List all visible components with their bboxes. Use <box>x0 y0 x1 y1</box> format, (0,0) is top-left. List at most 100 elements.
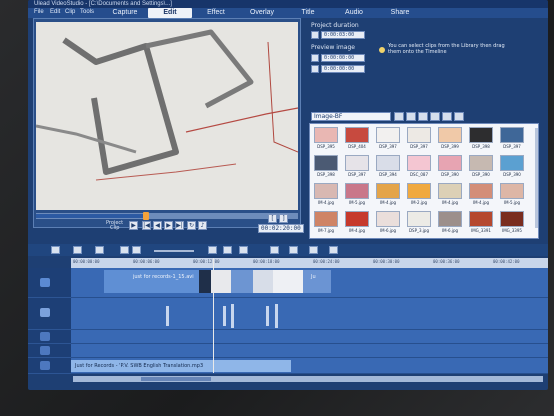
music-track-icon[interactable] <box>40 361 50 370</box>
library-thumbnail[interactable]: DSP_398 <box>469 127 493 150</box>
library-thumbnail[interactable]: DSP_395 <box>314 127 338 150</box>
library-thumbnail[interactable]: IM-6.jpg <box>438 211 462 234</box>
folder-icon[interactable] <box>394 112 404 121</box>
music-track[interactable]: Just for Records - 'P.V. SWB English Tra… <box>71 358 548 374</box>
start-icon[interactable] <box>311 54 319 62</box>
zoom-slider[interactable] <box>154 250 194 252</box>
preview-start-field[interactable]: 0:00:00:00 <box>321 54 365 62</box>
overlay-clip[interactable] <box>275 304 278 328</box>
home-icon[interactable]: |◀ <box>142 221 151 230</box>
library-thumbnail[interactable]: DSP_398 <box>314 155 338 178</box>
library-thumbnail[interactable]: IM-6.jpg <box>376 211 400 234</box>
title-track[interactable] <box>71 330 548 344</box>
library-thumbnail[interactable]: DSP_394 <box>376 155 400 178</box>
zoom-in-icon[interactable] <box>223 246 232 254</box>
fit-project-icon[interactable] <box>239 246 248 254</box>
library-thumbnail[interactable]: DSC_087 <box>407 155 431 178</box>
volume-icon[interactable]: ♪ <box>198 221 207 230</box>
timeline-view-icon[interactable] <box>73 246 82 254</box>
sort-icon[interactable] <box>418 112 428 121</box>
library-thumbnail[interactable]: DSP_390 <box>469 155 493 178</box>
library-thumbnail[interactable]: DSP_399 <box>438 127 462 150</box>
mark-out-icon[interactable]: ] <box>279 214 288 223</box>
overlay-clip[interactable] <box>231 304 234 328</box>
library-thumbnail[interactable]: DSP_390 <box>500 155 524 178</box>
menu-clip[interactable]: Clip <box>65 9 75 15</box>
preview-end-field[interactable]: 0:00:00:00 <box>321 65 365 73</box>
view-icon[interactable] <box>430 112 440 121</box>
voice-track-icon[interactable] <box>40 346 50 355</box>
video-clip[interactable] <box>273 270 303 293</box>
step-overlay[interactable]: Overlay <box>240 8 284 18</box>
video-clip[interactable] <box>211 270 231 293</box>
delete-icon[interactable] <box>454 112 464 121</box>
mark-in-icon[interactable]: [ <box>268 214 277 223</box>
video-clip[interactable] <box>253 270 273 293</box>
video-clip[interactable] <box>231 270 253 293</box>
title-track-icon[interactable] <box>40 332 50 341</box>
library-thumbnail[interactable]: IM-5.jpg <box>500 183 524 206</box>
overlay-track[interactable] <box>71 298 548 330</box>
step-audio[interactable]: Audio <box>332 8 376 18</box>
import-icon[interactable] <box>406 112 416 121</box>
timeline-playhead[interactable] <box>213 258 214 373</box>
timeline-ruler[interactable]: 00:00:00:00 00:00:06:00 00:00:12:00 00:00:1… <box>71 258 548 268</box>
step-title[interactable]: Title <box>286 8 330 18</box>
audio-view-icon[interactable] <box>95 246 104 254</box>
library-scrollbar[interactable] <box>535 128 538 228</box>
video-clip[interactable] <box>303 270 331 293</box>
mode-clip-label[interactable]: Clip <box>110 226 119 231</box>
audio-clip[interactable]: Just for Records - 'P.V. SWB English Tra… <box>71 360 291 372</box>
step-effect[interactable]: Effect <box>194 8 238 18</box>
library-option-icon[interactable] <box>442 112 452 121</box>
play-icon[interactable]: ▶ <box>129 221 138 230</box>
timeline-scrollbar[interactable] <box>73 376 543 382</box>
library-thumbnail[interactable]: DSP_3.jpg <box>407 211 431 234</box>
menu-tools[interactable]: Tools <box>80 9 94 15</box>
next-frame-icon[interactable]: ▶ <box>164 221 173 230</box>
menu-file[interactable]: File <box>34 9 44 15</box>
library-thumbnail[interactable]: IM-4.jpg <box>376 183 400 206</box>
overlay-track-icon[interactable] <box>40 308 50 317</box>
library-thumbnail[interactable]: IMG_3391 <box>469 211 493 234</box>
end-icon[interactable]: ▶| <box>175 221 184 230</box>
library-thumbnail[interactable]: DSP_397 <box>345 155 369 178</box>
menu-edit[interactable]: Edit <box>50 9 60 15</box>
step-edit[interactable]: Edit <box>148 8 192 18</box>
library-thumbnail[interactable]: IM-4.jpg <box>314 183 338 206</box>
step-capture[interactable]: Capture <box>103 8 147 18</box>
repeat-icon[interactable]: ↻ <box>187 221 196 230</box>
library-thumbnail[interactable]: DSP_397 <box>500 127 524 150</box>
zoom-out-icon[interactable] <box>208 246 217 254</box>
scrubber-handle[interactable] <box>143 212 150 220</box>
enable-disable-icon[interactable] <box>309 246 318 254</box>
preview-scrubber[interactable] <box>36 212 298 220</box>
voice-track[interactable] <box>71 344 548 358</box>
step-share[interactable]: Share <box>378 8 422 18</box>
overlay-clip[interactable] <box>223 306 226 326</box>
undo-icon[interactable] <box>120 246 129 254</box>
timecode-display[interactable]: 00:02:20:00 <box>258 224 304 233</box>
library-thumbnail[interactable]: IM-4.jpg <box>345 211 369 234</box>
timeline-scroll-thumb[interactable] <box>141 377 211 381</box>
prev-frame-icon[interactable]: ◀ <box>153 221 162 230</box>
overlay-clip[interactable] <box>166 306 169 326</box>
library-thumbnail[interactable]: IM-4.jpg <box>438 183 462 206</box>
library-thumbnail[interactable]: IM-2.jpg <box>407 183 431 206</box>
redo-icon[interactable] <box>132 246 141 254</box>
track-manager-icon[interactable] <box>289 246 298 254</box>
smart-proxy-icon[interactable] <box>270 246 279 254</box>
library-thumbnail[interactable]: DSP_397 <box>407 127 431 150</box>
library-thumbnail[interactable]: DSP_404 <box>345 127 369 150</box>
end-marker-icon[interactable] <box>311 65 319 73</box>
project-duration-field[interactable]: 0:00:03:00 <box>321 31 365 39</box>
ripple-edit-icon[interactable] <box>329 246 338 254</box>
video-track[interactable]: just for records-1_15.avi Ju <box>71 268 548 298</box>
library-thumbnail[interactable]: DSP_390 <box>438 155 462 178</box>
library-category-select[interactable]: Image-BF <box>311 112 391 121</box>
video-clip[interactable] <box>199 270 211 293</box>
library-thumbnail[interactable]: IMG_3395 <box>500 211 524 234</box>
library-thumbnail[interactable]: IM-5.jpg <box>345 183 369 206</box>
preview-window[interactable] <box>36 22 298 210</box>
video-track-icon[interactable] <box>40 278 50 287</box>
